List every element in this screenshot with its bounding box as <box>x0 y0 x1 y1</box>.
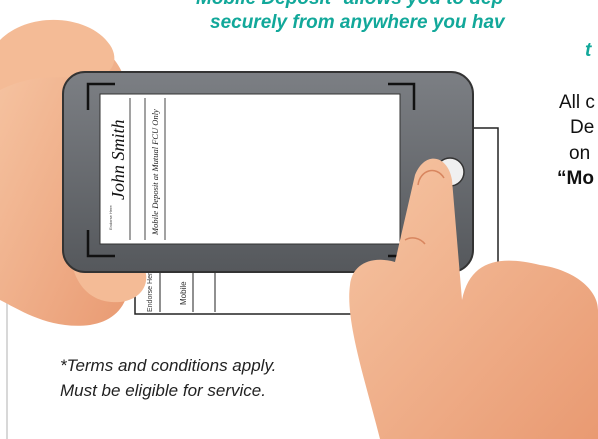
check-endorsement: Mobile Deposit at Mutual FCU Only <box>150 109 160 236</box>
check-signature: John Smith <box>108 120 128 201</box>
terms-line-1: *Terms and conditions apply. <box>60 356 277 375</box>
check-endorse-label: Endorse Here <box>108 205 113 230</box>
side-text-line-2: De <box>570 117 595 138</box>
back-mobile-label: Mobile <box>179 281 188 305</box>
back-endorse-label: Endorse Her <box>147 272 154 312</box>
side-text-line-3: on <box>569 143 591 164</box>
promo-banner: Mobile Deposit* allows you to dep secure… <box>0 0 598 439</box>
terms-line-2: Must be eligible for service. <box>60 381 266 400</box>
side-text-line-1: All c <box>559 92 595 113</box>
side-text-line-4: “Mo <box>557 168 594 189</box>
